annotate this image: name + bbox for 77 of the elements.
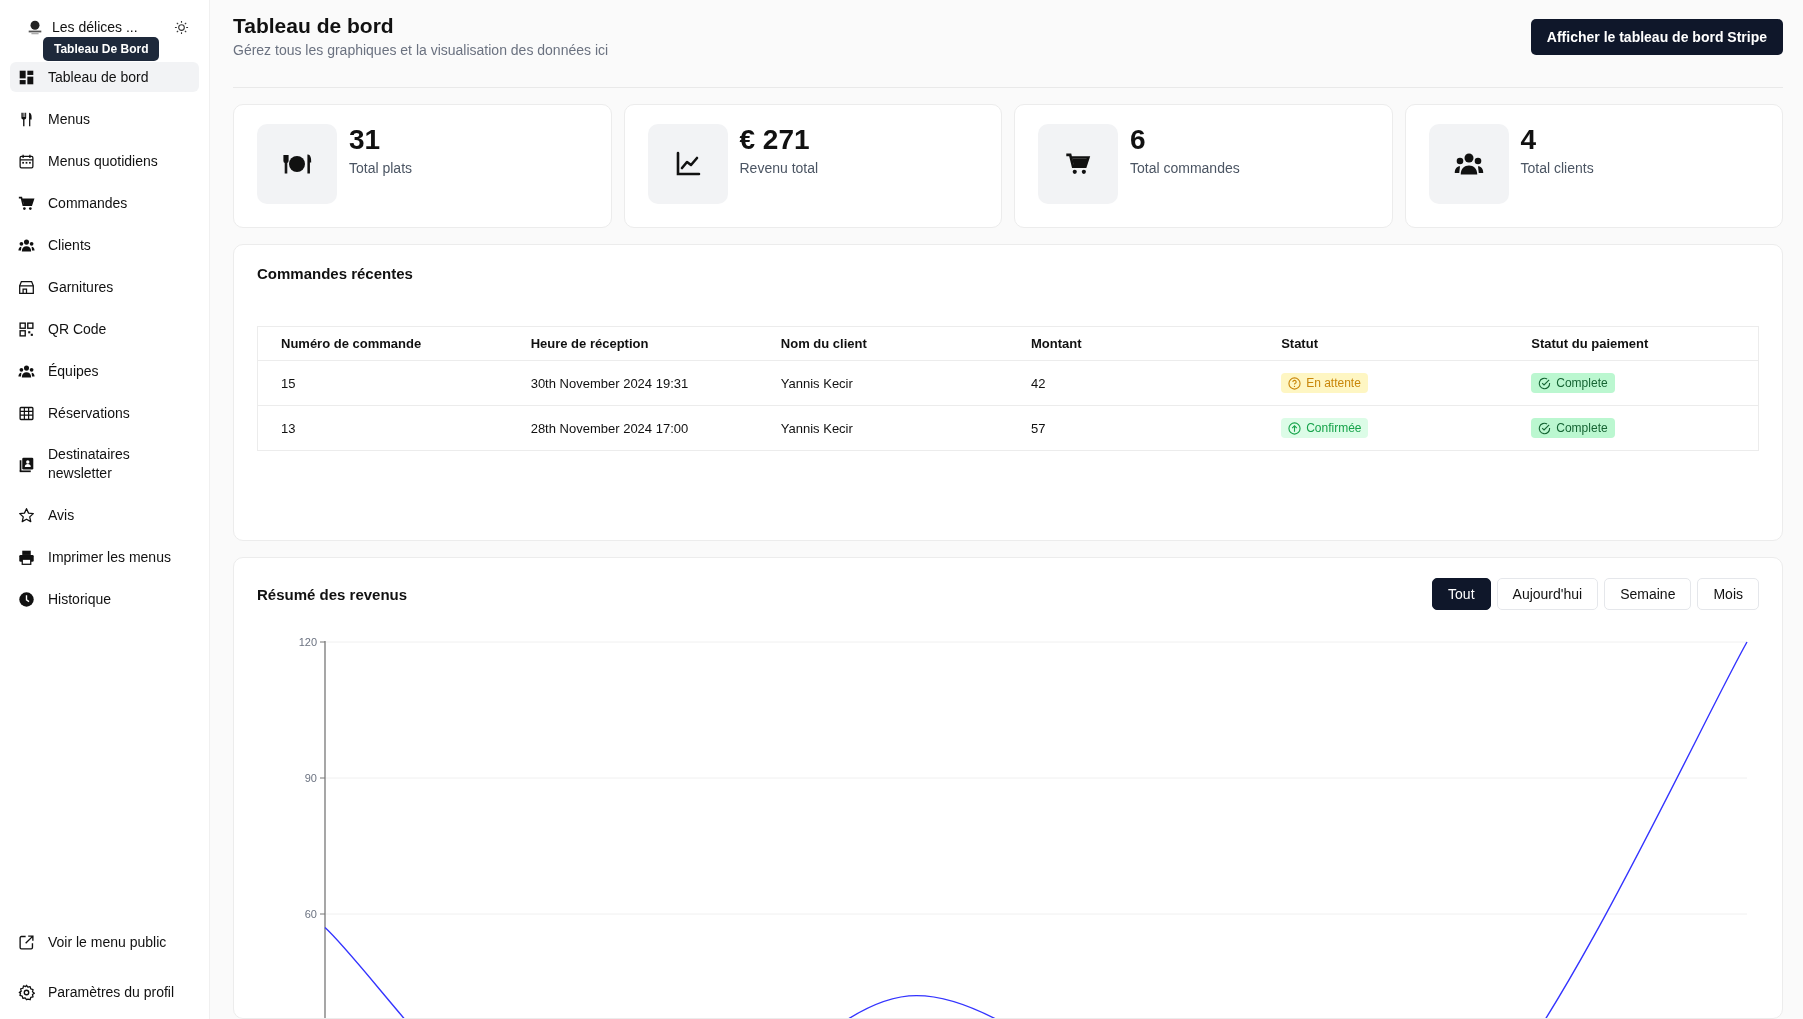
tooltip: Tableau De Bord [43, 37, 160, 61]
table-cell: 13 [257, 405, 508, 451]
stat-value: 31 [349, 124, 382, 156]
sidebar-item[interactable]: Équipes [10, 356, 199, 386]
sidebar-item[interactable]: Garnitures [10, 272, 199, 302]
status-badge: En attente [1281, 373, 1368, 393]
sidebar-item[interactable]: Imprimer les menus [10, 542, 199, 572]
sidebar-item[interactable]: Menus quotidiens [10, 146, 199, 176]
sidebar-item[interactable]: Voir le menu public [10, 927, 199, 957]
cart-icon [1065, 151, 1091, 177]
check-circle-icon [1538, 421, 1552, 435]
brand-name: Les délices ... [52, 19, 139, 35]
sidebar-item[interactable]: Commandes [10, 188, 199, 218]
y-tick-label: 90 [304, 772, 317, 784]
stat-label: Total plats [349, 160, 413, 176]
external-link-icon [18, 933, 35, 951]
page-subtitle: Gérez tous les graphiques et la visualisation des données ici [233, 42, 609, 58]
table-cell: 42 [1007, 360, 1259, 406]
column-header: Statut [1258, 326, 1509, 361]
sidebar-item[interactable]: Paramètres du profil [10, 977, 199, 1007]
sidebar-item[interactable]: Tableau de bord [10, 62, 199, 92]
printer-icon [18, 548, 35, 566]
qr-icon [18, 320, 35, 338]
card-title: Commandes récentes [257, 265, 414, 282]
clock-icon [18, 590, 35, 608]
column-header: Montant [1007, 326, 1259, 361]
status-badge: Confirmée [1281, 418, 1369, 438]
column-header: Heure de réception [507, 326, 758, 361]
arrow-up-circle-icon [1288, 421, 1302, 435]
y-tick-label: 120 [298, 636, 317, 648]
card-title: Résumé des revenus [257, 585, 408, 603]
period-filter-button[interactable]: Aujourd'hui [1496, 578, 1599, 610]
y-tick-label: 60 [304, 908, 317, 920]
store-icon [18, 278, 35, 296]
table-cell: Yannis Kecir [757, 360, 1008, 406]
settings-icon [18, 983, 35, 1001]
stat-label: Revenu total [739, 160, 819, 176]
sidebar-item[interactable]: Destinataires newsletter [10, 440, 199, 488]
table-cell: 30th November 2024 19:31 [507, 360, 758, 406]
news-icon [18, 455, 35, 473]
sidebar-item[interactable]: Avis [10, 500, 199, 530]
trend-chart-icon [674, 151, 701, 177]
table-cell: Yannis Kecir [757, 405, 1008, 451]
stripe-dashboard-button[interactable]: Afficher le tableau de bord Stripe [1530, 19, 1783, 55]
stat-label: Total clients [1520, 160, 1594, 176]
sidebar-item[interactable]: Menus [10, 104, 199, 134]
grid-icon [18, 68, 35, 86]
period-filter-button[interactable]: Tout [1432, 578, 1491, 610]
sidebar-item[interactable]: Historique [10, 584, 199, 614]
period-filter-button[interactable]: Mois [1697, 578, 1759, 610]
sidebar-item[interactable]: Clients [10, 230, 199, 260]
logo-icon [26, 18, 44, 36]
sun-icon[interactable] [174, 19, 189, 35]
column-header: Statut du paiement [1508, 326, 1759, 361]
table-icon [18, 404, 35, 422]
sidebar-item[interactable]: Réservations [10, 398, 199, 428]
table-cell: 28th November 2024 17:00 [507, 405, 758, 451]
table-cell: 57 [1007, 405, 1259, 451]
fork-icon [18, 110, 35, 128]
column-header: Nom du client [757, 326, 1008, 361]
calendar-icon [18, 152, 35, 170]
stat-label: Total commandes [1130, 160, 1240, 176]
question-icon [1288, 376, 1302, 390]
cart-icon [18, 194, 35, 212]
stat-value: € 271 [739, 124, 811, 156]
sidebar-item[interactable]: QR Code [10, 314, 199, 344]
payment-badge: Complete [1531, 418, 1615, 438]
stat-value: 6 [1130, 124, 1147, 156]
period-filter-button[interactable]: Semaine [1604, 578, 1692, 610]
star-icon [18, 506, 35, 524]
plate-icon [282, 152, 312, 176]
payment-badge: Complete [1531, 373, 1615, 393]
check-circle-icon [1538, 376, 1552, 390]
page-title: Tableau de bord [233, 14, 395, 38]
column-header: Numéro de commande [257, 326, 508, 361]
table-cell: 15 [257, 360, 508, 406]
stat-value: 4 [1520, 124, 1538, 156]
